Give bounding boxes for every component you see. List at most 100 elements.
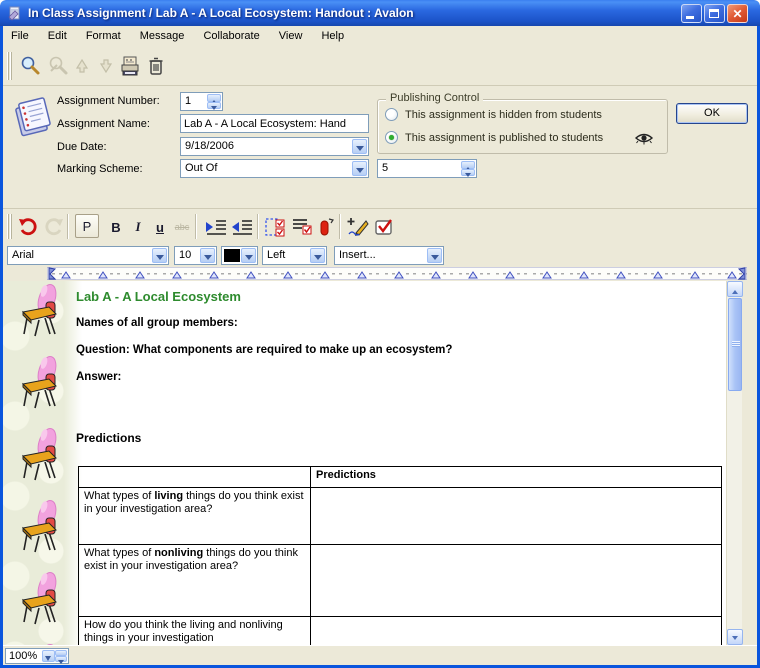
- due-date-select[interactable]: 9/18/2006: [180, 137, 369, 156]
- strikethrough-button-disabled[interactable]: abc: [169, 214, 195, 240]
- assignment-number-value: 1: [185, 95, 204, 107]
- window-icon: [7, 5, 23, 21]
- chevron-down-icon[interactable]: [200, 248, 215, 263]
- spin-up-icon[interactable]: [461, 161, 475, 169]
- align-value: Left: [267, 249, 308, 261]
- scroll-up-button[interactable]: [727, 281, 743, 297]
- desk-clipart: [19, 368, 61, 412]
- marking-scheme-value: Out Of: [185, 162, 350, 174]
- marking-value: 5: [382, 162, 458, 174]
- menu-item-format[interactable]: Format: [78, 26, 129, 47]
- zoom-select[interactable]: 100%: [5, 648, 69, 664]
- window-title: In Class Assignment / Lab A - A Local Ec…: [28, 0, 414, 26]
- maximize-button[interactable]: [704, 4, 725, 23]
- search-button[interactable]: [17, 53, 43, 79]
- publishing-control-group: Publishing Control This assignment is hi…: [377, 99, 668, 154]
- move-down-button-disabled[interactable]: [93, 53, 119, 79]
- assignment-number-spinner[interactable]: [207, 94, 221, 109]
- zoom-spinner[interactable]: [55, 650, 67, 662]
- list-checkbox-icon: [291, 217, 313, 237]
- redo-button-disabled[interactable]: [41, 214, 67, 240]
- spin-down-icon[interactable]: [55, 656, 67, 662]
- doc-answer-line: Answer:: [76, 371, 121, 383]
- header-cell-predictions: Predictions: [311, 467, 722, 488]
- menu-item-collaborate[interactable]: Collaborate: [195, 26, 267, 47]
- ok-button[interactable]: OK: [676, 103, 748, 124]
- desk-clipart: [19, 584, 61, 628]
- chevron-down-icon[interactable]: [352, 161, 367, 176]
- list-checkboxes-button[interactable]: [289, 214, 315, 240]
- assignment-name-label: Assignment Name:: [57, 118, 150, 130]
- marking-value-spinner[interactable]: [461, 161, 475, 176]
- spin-down-icon[interactable]: [207, 102, 221, 110]
- question-text: What types of: [84, 547, 154, 559]
- radio-hidden-from-students[interactable]: [385, 108, 398, 121]
- spin-down-icon[interactable]: [461, 169, 475, 177]
- radio-published-label[interactable]: This assignment is published to students: [405, 132, 603, 144]
- table-header-row: Predictions: [79, 467, 722, 488]
- menu-item-edit[interactable]: Edit: [40, 26, 75, 47]
- scroll-down-button[interactable]: [727, 629, 743, 645]
- down-arrow-icon: [97, 57, 115, 75]
- menu-item-view[interactable]: View: [271, 26, 311, 47]
- close-button[interactable]: ✕: [727, 4, 748, 23]
- toolbar-grip[interactable]: [7, 52, 12, 80]
- paragraph-toggle[interactable]: P: [75, 214, 99, 238]
- marking-value-stepper[interactable]: 5: [377, 159, 477, 178]
- font-size-value: 10: [179, 249, 198, 261]
- chevron-down-icon[interactable]: [310, 248, 325, 263]
- spin-up-icon[interactable]: [207, 94, 221, 102]
- indent-increase-button[interactable]: [203, 214, 229, 240]
- question-cell: What types of nonliving things do you th…: [79, 545, 311, 617]
- radio-published-to-students[interactable]: [385, 131, 398, 144]
- magnifier-icon: [19, 55, 41, 77]
- maximize-icon: [709, 9, 719, 18]
- doc-members-line: Names of all group members:: [76, 317, 238, 329]
- review-button[interactable]: [371, 214, 397, 240]
- print-button[interactable]: [117, 53, 143, 79]
- menu-item-help[interactable]: Help: [313, 26, 352, 47]
- paragraph-label: P: [83, 219, 92, 234]
- chevron-down-icon[interactable]: [352, 139, 367, 154]
- assignment-number-stepper[interactable]: 1: [180, 92, 223, 111]
- answer-cell[interactable]: [311, 545, 722, 617]
- table-row: What types of nonliving things do you th…: [79, 545, 722, 617]
- due-date-label: Due Date:: [57, 141, 107, 153]
- color-swatch: [224, 249, 240, 262]
- table-row: How do you think the living and nonlivin…: [79, 617, 722, 646]
- chevron-down-icon[interactable]: [427, 248, 442, 263]
- answer-cell[interactable]: [311, 488, 722, 545]
- indent-decrease-button[interactable]: [229, 214, 255, 240]
- indent-decrease-icon: [231, 219, 253, 235]
- document-editor-body[interactable]: Lab A - A Local Ecosystem Names of all g…: [3, 281, 726, 645]
- undo-button[interactable]: [15, 214, 41, 240]
- align-select[interactable]: Left: [262, 246, 327, 265]
- chevron-down-icon[interactable]: [152, 248, 167, 263]
- scrollbar-thumb[interactable]: [728, 298, 742, 391]
- edit-button-disabled[interactable]: [45, 53, 71, 79]
- annotate-button[interactable]: [345, 214, 371, 240]
- menu-item-file[interactable]: File: [3, 26, 37, 47]
- select-components-button[interactable]: [263, 214, 289, 240]
- chevron-down-icon[interactable]: [42, 650, 55, 662]
- title-bar: In Class Assignment / Lab A - A Local Ec…: [0, 0, 760, 26]
- delete-button[interactable]: [143, 53, 169, 79]
- vertical-scrollbar[interactable]: [726, 281, 742, 645]
- menu-item-message[interactable]: Message: [132, 26, 193, 47]
- assignment-name-input[interactable]: [180, 114, 369, 133]
- insert-field-button[interactable]: [313, 214, 339, 240]
- marking-scheme-select[interactable]: Out Of: [180, 159, 369, 178]
- toolbar-grip[interactable]: [7, 214, 12, 239]
- eye-icon: [634, 131, 654, 145]
- font-size-select[interactable]: 10: [174, 246, 217, 265]
- move-up-button-disabled[interactable]: [69, 53, 95, 79]
- radio-hidden-label[interactable]: This assignment is hidden from students: [405, 109, 602, 121]
- minimize-button[interactable]: [681, 4, 702, 23]
- insert-select[interactable]: Insert...: [334, 246, 444, 265]
- answer-cell[interactable]: [311, 617, 722, 646]
- ruler[interactable]: [47, 267, 747, 280]
- strikethrough-label: abc: [175, 222, 190, 232]
- font-select[interactable]: Arial: [7, 246, 169, 265]
- chevron-down-icon[interactable]: [241, 248, 256, 263]
- font-color-select[interactable]: [221, 246, 258, 265]
